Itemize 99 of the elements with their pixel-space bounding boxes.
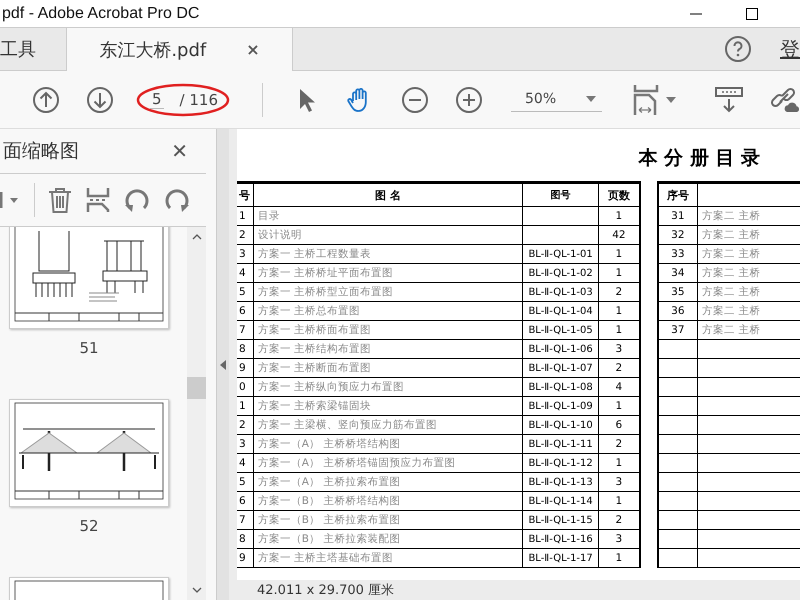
scrollbar[interactable] [187, 227, 206, 600]
table-cell: 34 [658, 264, 698, 282]
table-cell: 方案一 主梁横、竖向预应力筋布置图 [253, 416, 523, 434]
table-cell: 方案一（B） 主桥拉索布置图 [253, 510, 523, 530]
table-cell: 5 [237, 282, 254, 302]
table-cell: BL-Ⅱ-QL-1-03 [522, 282, 599, 302]
table-cell: 2 [237, 416, 254, 434]
table-cell: 36 [658, 302, 698, 320]
table-cell: BL-Ⅱ-QL-1-05 [522, 320, 599, 340]
table-cell: 设计说明 [253, 226, 523, 244]
scroll-up-icon[interactable] [192, 233, 202, 241]
window-title: pdf - Adobe Acrobat Pro DC [1, 4, 200, 22]
table-cell: 方案一（A） 主桥桥塔锚固预应力布置图 [253, 454, 523, 472]
tab-label: 东江大桥.pdf [99, 38, 206, 62]
maximize-icon[interactable] [744, 6, 760, 22]
close-tab-button[interactable]: × [246, 40, 260, 59]
table-cell: BL-Ⅱ-QL-1-13 [522, 472, 599, 492]
table-cell: 1 [237, 206, 254, 226]
caret-icon[interactable] [666, 96, 676, 102]
table-cell: 方案一 主桥断面布置图 [253, 358, 523, 378]
table-cell: 3 [237, 244, 254, 264]
table-cell: 目录 [253, 206, 523, 226]
table-cell: 0 [237, 378, 254, 396]
table-cell: 方案一 主桥纵向预应力布置图 [253, 378, 523, 396]
table-cell: BL-Ⅱ-QL-1-10 [522, 416, 599, 434]
table-cell: 方案一 主桥桥面布置图 [253, 320, 523, 340]
table-cell: BL-Ⅱ-QL-1-01 [522, 244, 599, 264]
table-cell: 方案一 主桥桥址平面布置图 [253, 264, 523, 282]
table-cell: 32 [658, 226, 698, 244]
delete-icon[interactable] [47, 186, 73, 214]
table-cell: 方案一 主桥桥型立面布置图 [253, 282, 523, 302]
close-panel-button[interactable]: ✕ [171, 139, 188, 163]
caret-icon [586, 96, 596, 102]
table-cell: 方案一（B） 主桥桥塔结构图 [253, 492, 523, 510]
table-cell: 方案一 主桥主塔基础布置图 [253, 548, 523, 568]
table-cell: BL-Ⅱ-QL-1-11 [522, 434, 599, 454]
page-number-field[interactable]: 5 [150, 90, 164, 109]
column-header: 图 名 [253, 182, 523, 206]
table-cell: 方案一（B） 主桥拉索装配图 [253, 530, 523, 548]
table-cell: 方案一（A） 主桥桥塔结构图 [253, 434, 523, 454]
table-cell: BL-Ⅱ-QL-1-15 [522, 510, 599, 530]
table-cell: 方案一 主桥索梁锚固块 [253, 396, 523, 416]
panel-title: 面缩略图 [3, 139, 79, 164]
table-cell: BL-Ⅱ-QL-1-09 [522, 396, 599, 416]
table-cell: 方案一 主桥总布置图 [253, 302, 523, 320]
zoom-in-icon[interactable] [455, 86, 483, 114]
page-thumbnail[interactable] [9, 227, 169, 329]
zoom-out-icon[interactable] [401, 86, 429, 114]
table-cell: 5 [237, 472, 254, 492]
table-cell: BL-Ⅱ-QL-1-07 [522, 358, 599, 378]
tab-label: 工具 [0, 38, 36, 61]
column-header: 号 [237, 182, 254, 206]
table-cell: 7 [237, 510, 254, 530]
table-cell: 35 [658, 282, 698, 302]
document-heading: 本 分 册 目 录 [637, 146, 761, 171]
table-cell: 33 [658, 244, 698, 264]
table-cell: 4 [237, 264, 254, 282]
table-cell: 方案一 主桥结构布置图 [253, 340, 523, 358]
table-cell: 2 [237, 226, 254, 244]
page-size: 42.011 x 29.700 厘米 [257, 582, 394, 599]
table-cell: BL-Ⅱ-QL-1-02 [522, 264, 599, 282]
collapse-arrow-icon[interactable] [220, 360, 226, 370]
table-cell: BL-Ⅱ-QL-1-06 [522, 340, 599, 358]
page-number: 52 [79, 517, 99, 535]
column-header: 图号 [522, 182, 599, 206]
table-cell: BL-Ⅱ-QL-1-04 [522, 302, 599, 320]
table-cell: 7 [237, 320, 254, 340]
extract-pages-icon[interactable] [85, 186, 111, 214]
table-cell: 8 [237, 340, 254, 358]
table-cell: BL-Ⅱ-QL-1-12 [522, 454, 599, 472]
table-cell: 37 [658, 320, 698, 340]
table-cell: 9 [237, 548, 254, 568]
table-cell: 1 [237, 396, 254, 416]
page-number: 51 [79, 339, 99, 357]
page-thumbnail[interactable] [9, 399, 169, 507]
table-cell: 31 [658, 206, 698, 226]
table-cell: 3 [237, 434, 254, 454]
zoom-dropdown[interactable]: 50% [511, 87, 602, 112]
table-cell: 4 [237, 454, 254, 472]
sign-in-link[interactable]: 登 [780, 36, 800, 62]
next-page-icon[interactable] [86, 86, 114, 114]
page-count: / 116 [180, 90, 218, 108]
table-cell: BL-Ⅱ-QL-1-08 [522, 378, 599, 396]
table-cell: 6 [237, 302, 254, 320]
scroll-mode-icon[interactable] [714, 86, 744, 114]
scrollbar-thumb[interactable] [187, 377, 206, 399]
help-icon[interactable] [724, 35, 752, 63]
table-cell: 9 [237, 358, 254, 378]
table-cell: 8 [237, 530, 254, 548]
table-cell: BL-Ⅱ-QL-1-16 [522, 530, 599, 548]
column-header: 序号 [658, 182, 698, 206]
previous-page-icon[interactable] [32, 86, 60, 114]
table-cell: 方案一 主桥工程数量表 [253, 244, 523, 264]
table-cell: 6 [237, 492, 254, 510]
table-cell: 方案一（A） 主桥拉索布置图 [253, 472, 523, 492]
table-cell: BL-Ⅱ-QL-1-14 [522, 492, 599, 510]
scroll-down-icon[interactable] [192, 586, 202, 594]
tab[interactable]: 东江大桥.pdf × [66, 28, 293, 71]
table-cell: BL-Ⅱ-QL-1-17 [522, 548, 599, 568]
